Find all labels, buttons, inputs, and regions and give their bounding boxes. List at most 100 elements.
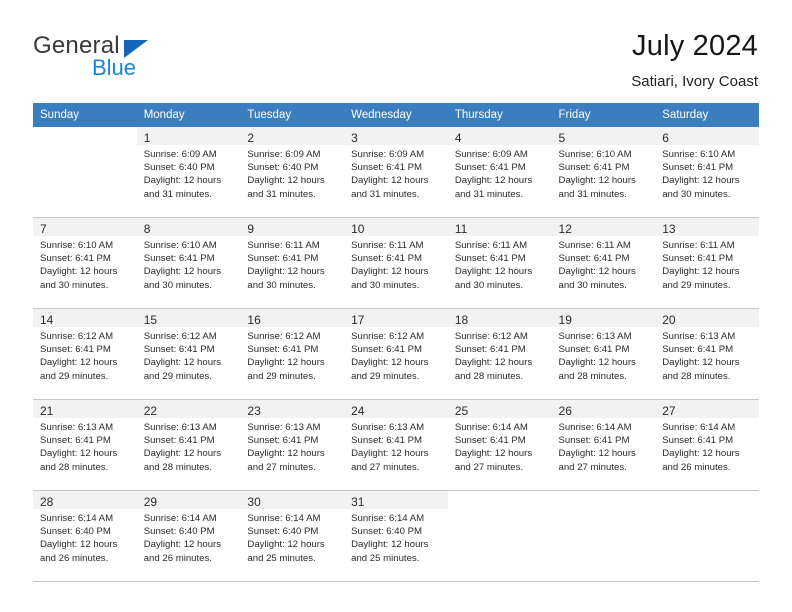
calendar-grid: Sunday Monday Tuesday Wednesday Thursday… (33, 103, 759, 582)
calendar-cell-day: 22 Sunrise: 6:13 AM Sunset: 6:41 PM Dayli… (136, 399, 241, 491)
calendar-cell-day: 17 Sunrise: 6:12 AM Sunset: 6:41 PM Dayli… (344, 308, 448, 400)
weekday-header-friday: Friday (551, 103, 656, 127)
day-sun-info: Sunrise: 6:10 AM Sunset: 6:41 PM Dayligh… (143, 240, 222, 291)
day-number: 11 (454, 222, 468, 236)
day-number: 29 (143, 495, 158, 509)
day-cell-inner: 30 Sunrise: 6:14 AM Sunset: 6:40 PM Dayli… (240, 491, 345, 581)
day-sun-info: Sunrise: 6:13 AM Sunset: 6:41 PM Dayligh… (662, 331, 740, 382)
day-sun-info: Sunrise: 6:14 AM Sunset: 6:40 PM Dayligh… (351, 513, 429, 564)
day-number: 21 (40, 404, 54, 418)
day-number: 15 (143, 313, 158, 327)
day-sun-info: Sunrise: 6:11 AM Sunset: 6:41 PM Dayligh… (662, 240, 740, 291)
calendar-cell-day: 21 Sunrise: 6:13 AM Sunset: 6:41 PM Dayli… (33, 399, 137, 491)
day-sun-info: Sunrise: 6:14 AM Sunset: 6:40 PM Dayligh… (247, 513, 325, 564)
calendar-cell-day: 14 Sunrise: 6:12 AM Sunset: 6:41 PM Dayli… (33, 308, 137, 400)
calendar-page: General Blue July 2024 Satiari, Ivory Co… (0, 0, 792, 612)
day-cell-inner: 1 Sunrise: 6:09 AM Sunset: 6:40 PM Daylig… (136, 127, 241, 217)
calendar-cell-day: 24 Sunrise: 6:13 AM Sunset: 6:41 PM Dayli… (344, 399, 448, 491)
day-cell-inner: 24 Sunrise: 6:13 AM Sunset: 6:41 PM Dayli… (344, 400, 448, 490)
calendar-cell-day: 28 Sunrise: 6:14 AM Sunset: 6:40 PM Dayli… (33, 490, 137, 582)
day-cell-inner: 26 Sunrise: 6:14 AM Sunset: 6:41 PM Dayli… (551, 400, 656, 490)
day-number: 12 (558, 222, 572, 236)
day-cell-inner: 4 Sunrise: 6:09 AM Sunset: 6:41 PM Daylig… (447, 127, 552, 217)
day-sun-info: Sunrise: 6:14 AM Sunset: 6:40 PM Dayligh… (40, 513, 118, 564)
day-cell-inner: 29 Sunrise: 6:14 AM Sunset: 6:40 PM Dayli… (136, 491, 241, 581)
calendar-cell-day: 26 Sunrise: 6:14 AM Sunset: 6:41 PM Dayli… (551, 399, 656, 491)
calendar-cell-day: 12 Sunrise: 6:11 AM Sunset: 6:41 PM Dayli… (551, 217, 656, 309)
calendar-cell-empty (33, 127, 137, 218)
calendar-cell-day: 29 Sunrise: 6:14 AM Sunset: 6:40 PM Dayli… (136, 490, 241, 582)
calendar-cell-day: 31 Sunrise: 6:14 AM Sunset: 6:40 PM Dayli… (344, 490, 448, 582)
day-cell-inner: 13 Sunrise: 6:11 AM Sunset: 6:41 PM Dayli… (655, 218, 759, 308)
day-number: 10 (351, 222, 365, 236)
calendar-week-row: 28 Sunrise: 6:14 AM Sunset: 6:40 PM Dayli… (33, 490, 759, 582)
day-sun-info: Sunrise: 6:11 AM Sunset: 6:41 PM Dayligh… (558, 240, 636, 291)
calendar-cell-day: 4 Sunrise: 6:09 AM Sunset: 6:41 PM Daylig… (447, 127, 552, 218)
weekday-header-saturday: Saturday (655, 103, 759, 127)
calendar-cell-day: 8 Sunrise: 6:10 AM Sunset: 6:41 PM Daylig… (136, 217, 241, 309)
day-number: 14 (40, 313, 54, 327)
day-number: 17 (351, 313, 365, 327)
day-cell-inner: 25 Sunrise: 6:14 AM Sunset: 6:41 PM Dayli… (447, 400, 552, 490)
day-sun-info: Sunrise: 6:13 AM Sunset: 6:41 PM Dayligh… (143, 422, 222, 473)
day-cell-inner: 23 Sunrise: 6:13 AM Sunset: 6:41 PM Dayli… (240, 400, 345, 490)
day-number: 23 (247, 404, 261, 418)
calendar-cell-day: 11 Sunrise: 6:11 AM Sunset: 6:41 PM Dayli… (447, 217, 552, 309)
calendar-week-row: 7 Sunrise: 6:10 AM Sunset: 6:41 PM Daylig… (33, 217, 759, 309)
day-sun-info: Sunrise: 6:13 AM Sunset: 6:41 PM Dayligh… (40, 422, 118, 473)
day-sun-info: Sunrise: 6:11 AM Sunset: 6:41 PM Dayligh… (351, 240, 429, 291)
title-block: July 2024 Satiari, Ivory Coast (631, 28, 758, 91)
day-sun-info: Sunrise: 6:10 AM Sunset: 6:41 PM Dayligh… (558, 149, 636, 200)
calendar-cell-day: 19 Sunrise: 6:13 AM Sunset: 6:41 PM Dayli… (551, 308, 656, 400)
general-blue-logo: General Blue (33, 28, 213, 86)
calendar-cell-day: 16 Sunrise: 6:12 AM Sunset: 6:41 PM Dayli… (240, 308, 345, 400)
page-subtitle: Satiari, Ivory Coast (631, 73, 758, 91)
day-cell-inner: 11 Sunrise: 6:11 AM Sunset: 6:41 PM Dayli… (447, 218, 552, 308)
calendar-week-row: 21 Sunrise: 6:13 AM Sunset: 6:41 PM Dayli… (33, 399, 759, 491)
day-number: 30 (247, 495, 261, 509)
weekday-header-monday: Monday (136, 103, 241, 127)
page-header: General Blue July 2024 Satiari, Ivory Co… (0, 0, 792, 91)
day-sun-info: Sunrise: 6:14 AM Sunset: 6:41 PM Dayligh… (558, 422, 636, 473)
calendar-week-row: 14 Sunrise: 6:12 AM Sunset: 6:41 PM Dayli… (33, 308, 759, 400)
weekday-header-wednesday: Wednesday (344, 103, 448, 127)
calendar-cell-day: 18 Sunrise: 6:12 AM Sunset: 6:41 PM Dayli… (447, 308, 552, 400)
day-sun-info: Sunrise: 6:12 AM Sunset: 6:41 PM Dayligh… (351, 331, 429, 382)
day-number: 18 (454, 313, 469, 327)
calendar-cell-day: 25 Sunrise: 6:14 AM Sunset: 6:41 PM Dayli… (447, 399, 552, 491)
day-sun-info: Sunrise: 6:12 AM Sunset: 6:41 PM Dayligh… (40, 331, 118, 382)
day-sun-info: Sunrise: 6:14 AM Sunset: 6:41 PM Dayligh… (662, 422, 740, 473)
calendar-cell-day: 7 Sunrise: 6:10 AM Sunset: 6:41 PM Daylig… (33, 217, 137, 309)
day-number: 20 (662, 313, 676, 327)
day-cell-inner: 17 Sunrise: 6:12 AM Sunset: 6:41 PM Dayli… (344, 309, 448, 399)
day-number: 2 (247, 131, 255, 145)
day-cell-inner: 9 Sunrise: 6:11 AM Sunset: 6:41 PM Daylig… (240, 218, 345, 308)
day-cell-inner: 19 Sunrise: 6:13 AM Sunset: 6:41 PM Dayli… (551, 309, 656, 399)
calendar-week-row: 1 Sunrise: 6:09 AM Sunset: 6:40 PM Daylig… (33, 127, 759, 218)
day-cell-inner: 20 Sunrise: 6:13 AM Sunset: 6:41 PM Dayli… (655, 309, 759, 399)
calendar-cell-day: 6 Sunrise: 6:10 AM Sunset: 6:41 PM Daylig… (655, 127, 759, 218)
calendar-cell-day: 10 Sunrise: 6:11 AM Sunset: 6:41 PM Dayli… (344, 217, 448, 309)
day-sun-info: Sunrise: 6:11 AM Sunset: 6:41 PM Dayligh… (247, 240, 325, 291)
empty-cell-inner (33, 127, 137, 217)
day-sun-info: Sunrise: 6:09 AM Sunset: 6:41 PM Dayligh… (351, 149, 429, 200)
weekday-header-tuesday: Tuesday (240, 103, 345, 127)
day-cell-inner: 6 Sunrise: 6:10 AM Sunset: 6:41 PM Daylig… (655, 127, 759, 217)
calendar-cell-day: 1 Sunrise: 6:09 AM Sunset: 6:40 PM Daylig… (136, 127, 241, 218)
day-cell-inner: 2 Sunrise: 6:09 AM Sunset: 6:40 PM Daylig… (240, 127, 345, 217)
day-number: 1 (143, 131, 151, 145)
day-cell-inner: 10 Sunrise: 6:11 AM Sunset: 6:41 PM Dayli… (344, 218, 448, 308)
day-cell-inner: 15 Sunrise: 6:12 AM Sunset: 6:41 PM Dayli… (136, 309, 241, 399)
day-sun-info: Sunrise: 6:13 AM Sunset: 6:41 PM Dayligh… (247, 422, 325, 473)
empty-cell-inner (655, 491, 759, 581)
calendar-cell-empty (655, 490, 759, 582)
day-cell-inner: 22 Sunrise: 6:13 AM Sunset: 6:41 PM Dayli… (136, 400, 241, 490)
day-sun-info: Sunrise: 6:09 AM Sunset: 6:40 PM Dayligh… (143, 149, 222, 200)
calendar-cell-day: 20 Sunrise: 6:13 AM Sunset: 6:41 PM Dayli… (655, 308, 759, 400)
day-cell-inner: 12 Sunrise: 6:11 AM Sunset: 6:41 PM Dayli… (551, 218, 656, 308)
day-sun-info: Sunrise: 6:10 AM Sunset: 6:41 PM Dayligh… (40, 240, 118, 291)
day-sun-info: Sunrise: 6:12 AM Sunset: 6:41 PM Dayligh… (143, 331, 222, 382)
day-number: 4 (454, 131, 462, 145)
day-number: 3 (351, 131, 358, 145)
day-sun-info: Sunrise: 6:11 AM Sunset: 6:41 PM Dayligh… (454, 240, 533, 291)
